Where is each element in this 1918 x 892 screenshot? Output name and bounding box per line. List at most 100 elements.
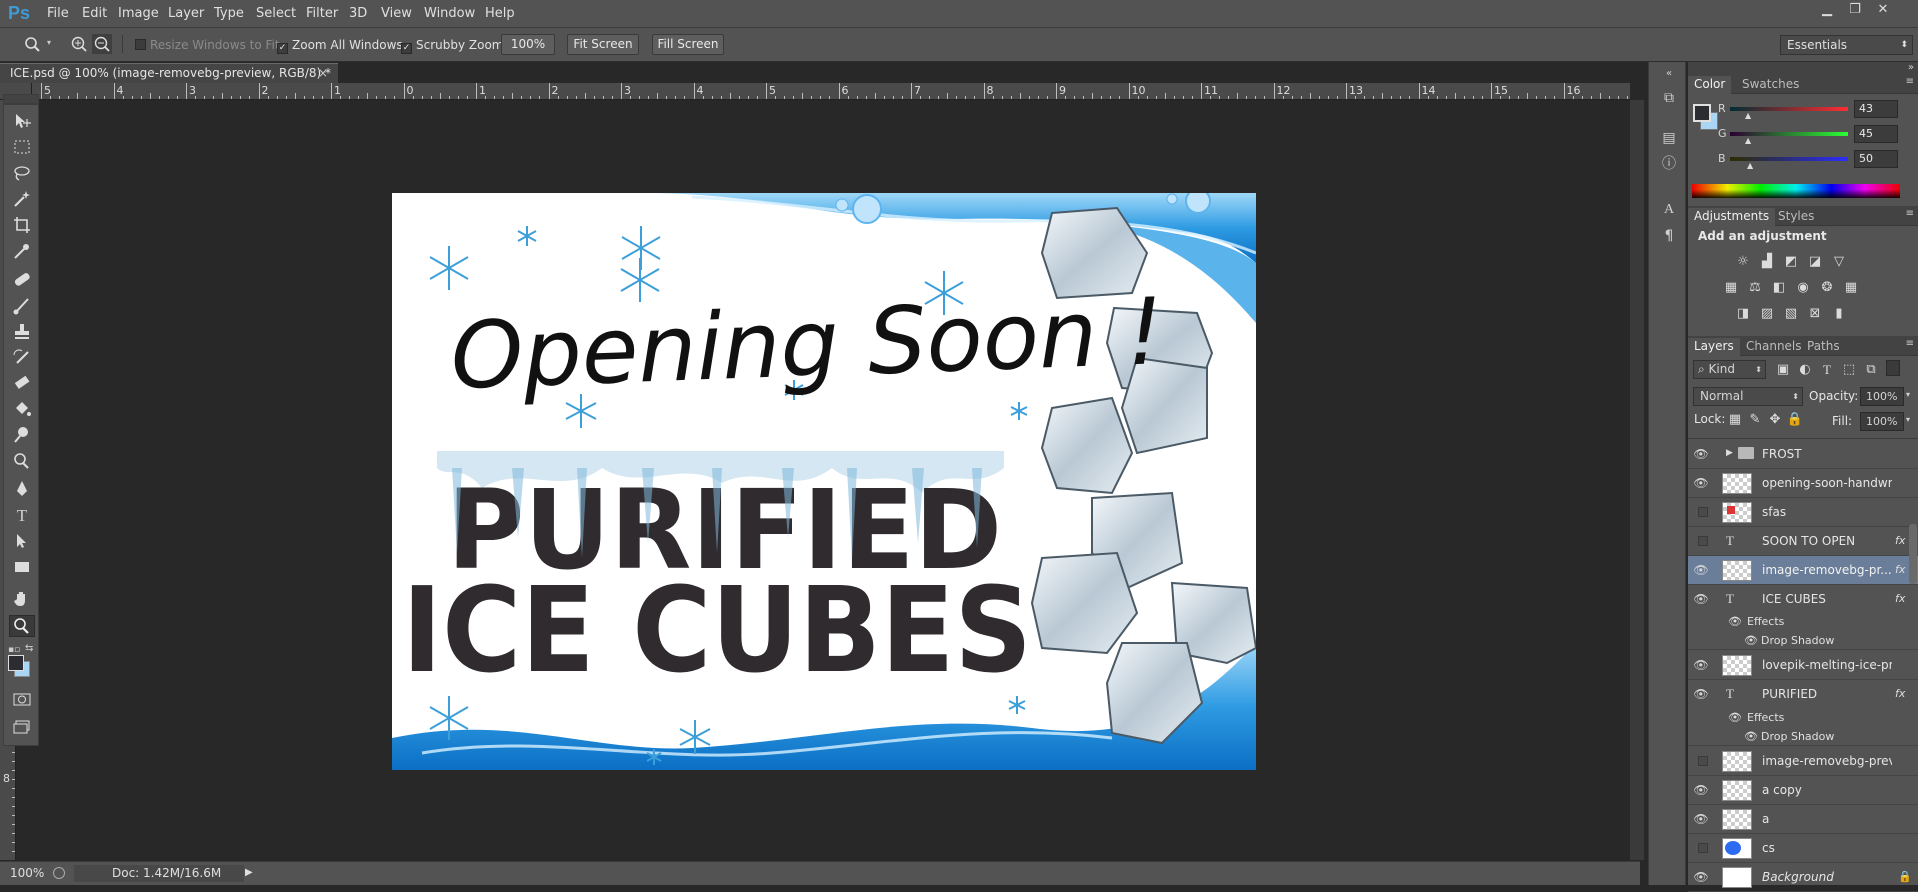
lasso-tool-icon[interactable] — [9, 163, 35, 185]
drop-shadow-eye-icon[interactable]: 👁 — [1744, 727, 1758, 746]
eraser-tool-icon[interactable] — [9, 373, 35, 395]
foreground-color-swatch[interactable] — [8, 655, 24, 671]
black-white-icon[interactable]: ◧ — [1770, 280, 1788, 296]
healing-brush-tool-icon[interactable] — [9, 269, 35, 291]
visibility-eye-icon[interactable]: 👁 — [1693, 476, 1709, 490]
resize-windows-checkbox[interactable]: Resize Windows to Fit — [135, 38, 280, 52]
menu-layer[interactable]: Layer — [168, 6, 204, 21]
visibility-eye-icon[interactable]: 👁 — [1693, 870, 1709, 884]
fill-dropdown-icon[interactable]: ▾ — [1906, 415, 1910, 424]
layer-row-selected[interactable]: 👁 image-removebg-pr... fx — [1688, 556, 1918, 585]
quick-mask-icon[interactable] — [9, 689, 35, 711]
filter-smart-object-icon[interactable]: ⧉ — [1862, 362, 1880, 378]
type-tool-icon[interactable]: T — [9, 505, 35, 527]
document-tab-close-icon[interactable]: × — [318, 64, 328, 82]
layer-row[interactable]: 👁 T PURIFIED fx — [1688, 680, 1918, 709]
color-fg-swatch[interactable] — [1693, 104, 1711, 122]
tab-swatches[interactable]: Swatches — [1736, 76, 1805, 94]
color-balance-icon[interactable]: ⚖ — [1746, 280, 1764, 296]
visibility-toggle[interactable] — [1698, 843, 1708, 853]
blend-mode-select[interactable]: Normal ⬍ — [1693, 387, 1803, 406]
effects-eye-icon[interactable]: 👁 — [1728, 612, 1742, 631]
vertical-scrollbar[interactable] — [1630, 100, 1644, 860]
info-panel-icon[interactable]: ⓘ — [1659, 154, 1679, 174]
default-colors-icon[interactable]: ▪▫ — [8, 645, 20, 655]
clone-stamp-tool-icon[interactable] — [9, 321, 35, 343]
lock-transparent-icon[interactable]: ▦ — [1726, 412, 1744, 428]
visibility-eye-icon[interactable]: 👁 — [1693, 447, 1709, 461]
toolbar-grip[interactable] — [3, 94, 39, 104]
zoom-out-icon[interactable] — [92, 34, 112, 54]
zoom-100-button[interactable]: 100% — [501, 34, 555, 55]
posterize-icon[interactable]: ▨ — [1758, 306, 1776, 322]
filter-adjustment-icon[interactable]: ◐ — [1796, 362, 1814, 378]
pen-tool-icon[interactable] — [9, 479, 35, 501]
paragraph-panel-icon[interactable]: ¶ — [1659, 226, 1679, 246]
lock-image-icon[interactable]: ✎ — [1746, 412, 1764, 428]
restore-button[interactable]: ❐ — [1846, 3, 1864, 17]
document-tab[interactable]: ICE.psd @ 100% (image-removebg-preview, … — [0, 63, 338, 83]
layer-row[interactable]: sfas — [1688, 498, 1918, 527]
panel-collapse-icon[interactable]: » — [1688, 62, 1918, 74]
invert-icon[interactable]: ◨ — [1734, 306, 1752, 322]
swap-colors-icon[interactable]: ⇆ — [25, 643, 33, 654]
zoom-in-icon[interactable] — [69, 34, 89, 54]
opacity-input[interactable]: 100% — [1860, 387, 1904, 406]
green-slider[interactable]: G ▲ 45 — [1718, 125, 1918, 149]
filter-shape-icon[interactable]: ⬚ — [1840, 362, 1858, 378]
fx-icon[interactable]: fx — [1895, 527, 1905, 555]
zoom-tool-icon[interactable] — [9, 615, 35, 637]
effects-row[interactable]: 👁 Effects — [1688, 612, 1918, 631]
filter-type-icon[interactable]: T — [1818, 362, 1836, 378]
drop-shadow-eye-icon[interactable]: 👁 — [1744, 631, 1758, 650]
opacity-dropdown-icon[interactable]: ▾ — [1906, 390, 1910, 399]
filter-kind-select[interactable]: ⌕ Kind ⬍ — [1693, 360, 1766, 379]
selective-color-icon[interactable]: ⊠ — [1806, 306, 1824, 322]
visibility-toggle[interactable] — [1698, 756, 1708, 766]
adjustments-panel-menu-icon[interactable]: ≡ — [1906, 208, 1914, 219]
filter-toggle[interactable] — [1886, 360, 1900, 376]
zoom-all-windows-checkbox[interactable]: ✓ Zoom All Windows — [277, 38, 403, 54]
layer-row[interactable]: 👁 a copy — [1688, 776, 1918, 805]
lock-all-icon[interactable]: 🔒 — [1786, 412, 1804, 428]
layer-row[interactable]: 👁 lovepik-melting-ice-png... — [1688, 651, 1918, 680]
menu-type[interactable]: Type — [214, 6, 244, 21]
tab-color[interactable]: Color — [1688, 76, 1732, 94]
marquee-tool-icon[interactable] — [9, 137, 35, 159]
status-menu-arrow-icon[interactable]: ▶ — [245, 862, 253, 884]
history-brush-tool-icon[interactable] — [9, 347, 35, 369]
red-slider[interactable]: R ▲ 43 — [1718, 100, 1918, 124]
menu-select[interactable]: Select — [256, 6, 296, 21]
layer-row[interactable]: 👁 Background 🔒 — [1688, 863, 1918, 892]
blue-slider[interactable]: B ▲ 50 — [1718, 150, 1918, 174]
layer-row[interactable]: image-removebg-preview — [1688, 747, 1918, 776]
visibility-eye-icon[interactable]: 👁 — [1693, 658, 1709, 672]
screen-mode-icon[interactable] — [9, 717, 35, 739]
layer-row[interactable]: cs — [1688, 834, 1918, 863]
path-selection-tool-icon[interactable] — [9, 531, 35, 553]
zoom-tool-preset-icon[interactable] — [22, 34, 44, 54]
color-panel-menu-icon[interactable]: ≡ — [1906, 76, 1914, 87]
visibility-eye-icon[interactable]: 👁 — [1693, 812, 1709, 826]
gradient-map-icon[interactable]: ▮ — [1830, 306, 1848, 322]
character-panel-icon[interactable]: A — [1659, 200, 1679, 220]
menu-edit[interactable]: Edit — [82, 6, 107, 21]
status-info-icon[interactable] — [53, 867, 65, 879]
workspace-select[interactable]: Essentials ⬍ — [1780, 35, 1913, 55]
fx-icon[interactable]: fx — [1895, 585, 1905, 613]
status-zoom[interactable]: 100% — [10, 862, 44, 884]
hand-tool-icon[interactable] — [9, 589, 35, 611]
hue-saturation-icon[interactable]: ▦ — [1722, 280, 1740, 296]
levels-icon[interactable]: ▟ — [1758, 254, 1776, 270]
menu-window[interactable]: Window — [424, 6, 475, 21]
paint-bucket-tool-icon[interactable] — [9, 399, 35, 421]
tab-styles[interactable]: Styles — [1772, 208, 1820, 226]
crop-tool-icon[interactable] — [9, 215, 35, 237]
drop-shadow-row[interactable]: 👁 Drop Shadow — [1688, 727, 1918, 746]
blue-value[interactable]: 50 — [1854, 150, 1898, 168]
horizontal-ruler[interactable]: 5432101234567891011121314151617 — [32, 83, 1630, 100]
fit-screen-button[interactable]: Fit Screen — [567, 34, 639, 55]
drop-shadow-row[interactable]: 👁 Drop Shadow — [1688, 631, 1918, 650]
brush-tool-icon[interactable] — [9, 295, 35, 317]
channel-mixer-icon[interactable]: ❂ — [1818, 280, 1836, 296]
